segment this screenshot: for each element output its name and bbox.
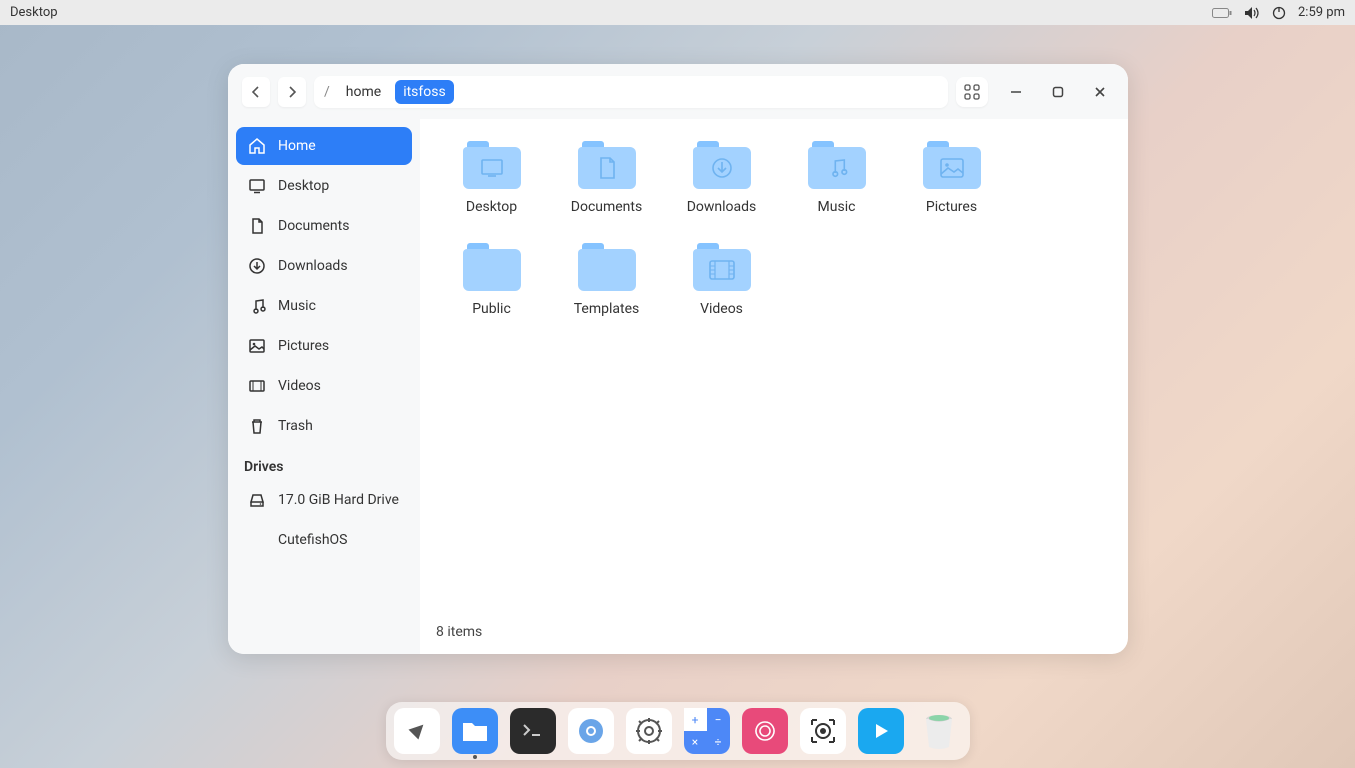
dock-files[interactable] <box>452 708 498 754</box>
folder-icon <box>693 243 751 291</box>
minimize-button[interactable] <box>1002 78 1030 106</box>
dock-video-player[interactable] <box>858 708 904 754</box>
status-bar: 8 items <box>426 618 1122 648</box>
breadcrumb-root[interactable]: / <box>322 84 332 100</box>
folder-icon <box>463 243 521 291</box>
sidebar-item-label: CutefishOS <box>278 532 347 548</box>
sidebar-item-drive[interactable]: 17.0 GiB Hard Drive <box>236 481 412 519</box>
folder-icon <box>578 243 636 291</box>
sidebar-item-label: Trash <box>278 418 313 434</box>
content-pane: Desktop Documents Downloads <box>426 125 1122 648</box>
blank-icon <box>248 531 266 549</box>
svg-text:×: × <box>691 735 697 749</box>
folder-label: Downloads <box>687 199 757 215</box>
folder-documents[interactable]: Documents <box>549 141 664 215</box>
dock-launcher[interactable] <box>394 708 440 754</box>
dock-debian[interactable] <box>742 708 788 754</box>
dock-settings[interactable] <box>626 708 672 754</box>
breadcrumb-home[interactable]: home <box>338 80 389 104</box>
sidebar-item-home[interactable]: Home <box>236 127 412 165</box>
sidebar: Home Desktop Documents Downloads Music P… <box>228 119 420 654</box>
folder-pictures[interactable]: Pictures <box>894 141 1009 215</box>
topbar-clock[interactable]: 2:59 pm <box>1298 5 1345 20</box>
folder-public[interactable]: Public <box>434 243 549 317</box>
download-icon <box>248 257 266 275</box>
volume-icon[interactable] <box>1244 6 1260 20</box>
home-icon <box>248 137 266 155</box>
back-button[interactable] <box>242 77 270 107</box>
svg-text:−: − <box>714 713 721 727</box>
folder-downloads[interactable]: Downloads <box>664 141 779 215</box>
dock-screenshot[interactable] <box>800 708 846 754</box>
picture-icon <box>248 337 266 355</box>
power-icon[interactable] <box>1272 6 1286 20</box>
folder-label: Pictures <box>926 199 977 215</box>
sidebar-item-downloads[interactable]: Downloads <box>236 247 412 285</box>
sidebar-drives-heading: Drives <box>236 447 412 481</box>
document-icon <box>248 217 266 235</box>
video-icon <box>248 377 266 395</box>
breadcrumb-current[interactable]: itsfoss <box>395 80 454 104</box>
view-toggle-button[interactable] <box>956 77 988 107</box>
maximize-button[interactable] <box>1044 78 1072 106</box>
folder-grid: Desktop Documents Downloads <box>426 125 1122 618</box>
folder-label: Videos <box>700 301 743 317</box>
folder-label: Documents <box>571 199 642 215</box>
sidebar-item-pictures[interactable]: Pictures <box>236 327 412 365</box>
svg-text:÷: ÷ <box>714 735 721 749</box>
sidebar-item-label: Videos <box>278 378 321 394</box>
folder-videos[interactable]: Videos <box>664 243 779 317</box>
sidebar-item-documents[interactable]: Documents <box>236 207 412 245</box>
breadcrumb[interactable]: / home itsfoss <box>314 76 948 108</box>
folder-icon <box>463 141 521 189</box>
desktop-icon <box>248 177 266 195</box>
music-icon <box>248 297 266 315</box>
sidebar-item-label: 17.0 GiB Hard Drive <box>278 492 399 508</box>
sidebar-item-label: Documents <box>278 218 349 234</box>
trash-icon <box>248 417 266 435</box>
forward-button[interactable] <box>278 77 306 107</box>
svg-text:+: + <box>691 713 698 727</box>
topbar-title: Desktop <box>10 5 58 20</box>
battery-icon[interactable] <box>1212 7 1232 19</box>
folder-label: Public <box>472 301 511 317</box>
sidebar-item-label: Desktop <box>278 178 329 194</box>
sidebar-item-cutefishos[interactable]: CutefishOS <box>236 521 412 559</box>
folder-label: Templates <box>574 301 640 317</box>
folder-templates[interactable]: Templates <box>549 243 664 317</box>
top-bar: Desktop 2:59 pm <box>0 0 1355 25</box>
sidebar-item-videos[interactable]: Videos <box>236 367 412 405</box>
folder-label: Music <box>818 199 856 215</box>
folder-icon <box>578 141 636 189</box>
folder-icon <box>923 141 981 189</box>
sidebar-item-label: Music <box>278 298 316 314</box>
dock-calculator[interactable]: + − × ÷ <box>684 708 730 754</box>
sidebar-item-trash[interactable]: Trash <box>236 407 412 445</box>
sidebar-item-music[interactable]: Music <box>236 287 412 325</box>
file-manager-window: / home itsfoss Home Desktop <box>228 64 1128 654</box>
sidebar-item-desktop[interactable]: Desktop <box>236 167 412 205</box>
sidebar-item-label: Home <box>278 138 316 154</box>
folder-icon <box>808 141 866 189</box>
folder-icon <box>693 141 751 189</box>
item-count: 8 items <box>436 624 482 640</box>
window-toolbar: / home itsfoss <box>228 64 1128 119</box>
close-button[interactable] <box>1086 78 1114 106</box>
drive-icon <box>248 491 266 509</box>
dock-trash[interactable] <box>916 708 962 754</box>
dock: + − × ÷ <box>386 702 970 760</box>
folder-desktop[interactable]: Desktop <box>434 141 549 215</box>
folder-music[interactable]: Music <box>779 141 894 215</box>
dock-browser[interactable] <box>568 708 614 754</box>
sidebar-item-label: Pictures <box>278 338 329 354</box>
dock-terminal[interactable] <box>510 708 556 754</box>
folder-label: Desktop <box>466 199 517 215</box>
sidebar-item-label: Downloads <box>278 258 348 274</box>
